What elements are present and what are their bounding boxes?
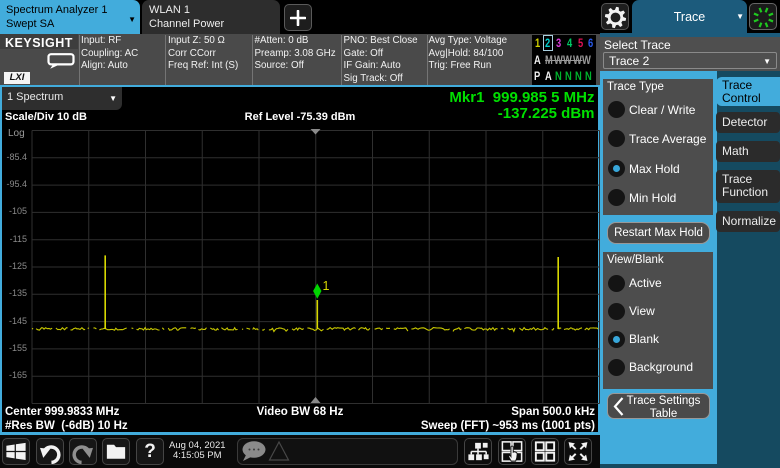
svg-text:1: 1	[323, 279, 330, 293]
